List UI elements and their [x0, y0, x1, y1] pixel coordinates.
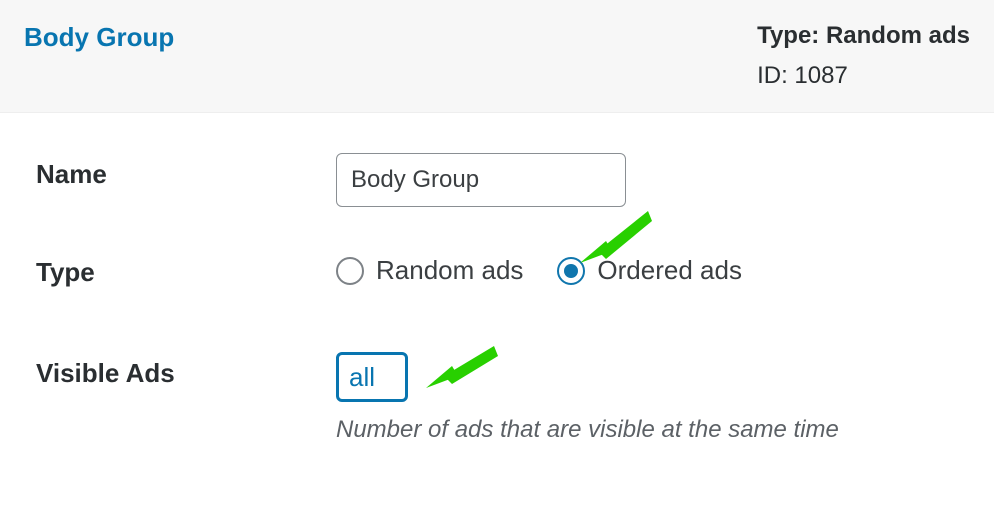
label-type: Type [36, 251, 336, 288]
row-type: Type Random ads Ordered ads [36, 251, 966, 288]
header-id: ID: 1087 [757, 62, 970, 90]
label-name: Name [36, 153, 336, 190]
control-name [336, 153, 966, 207]
header-type: Type: Random ads [757, 22, 970, 50]
radio-option-random[interactable]: Random ads [336, 255, 523, 286]
radio-icon [557, 257, 585, 285]
header-id-label: ID: [757, 62, 788, 89]
control-visible-ads: Number of ads that are visible at the sa… [336, 352, 966, 444]
radio-option-ordered[interactable]: Ordered ads [557, 255, 742, 286]
row-name: Name [36, 153, 966, 207]
header-type-label: Type: [757, 22, 819, 49]
visible-ads-input[interactable] [336, 352, 408, 402]
control-type: Random ads Ordered ads [336, 251, 966, 286]
radio-label-ordered: Ordered ads [597, 255, 742, 286]
form-area: Name Type Random ads Ordered ads [0, 113, 994, 528]
radio-label-random: Random ads [376, 255, 523, 286]
header-bar: Body Group Type: Random ads ID: 1087 [0, 0, 994, 113]
type-radio-group: Random ads Ordered ads [336, 251, 966, 286]
visible-ads-help: Number of ads that are visible at the sa… [336, 416, 966, 444]
name-input[interactable] [336, 153, 626, 207]
header-type-value: Random ads [826, 22, 970, 49]
label-visible-ads: Visible Ads [36, 352, 336, 389]
header-meta: Type: Random ads ID: 1087 [757, 22, 970, 90]
annotation-arrow-icon [422, 344, 502, 404]
row-visible-ads: Visible Ads Number of ads that are visib… [36, 352, 966, 444]
radio-icon [336, 257, 364, 285]
header-id-value: 1087 [794, 62, 847, 89]
page-title: Body Group [24, 22, 174, 53]
